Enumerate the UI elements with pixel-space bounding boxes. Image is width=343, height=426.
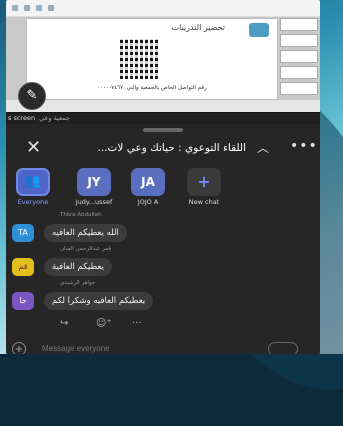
avatar: جا	[12, 292, 34, 310]
message-bubble[interactable]: الله يعطيكم العافيه	[44, 224, 127, 242]
more-icon[interactable]: ···	[132, 318, 142, 329]
toolbar-icon	[48, 5, 54, 11]
plus-icon: +	[187, 168, 221, 196]
message-sender: جواهر الرشيدي	[60, 280, 96, 286]
association-logo	[249, 23, 269, 37]
shared-screen: تحضير التدريبات رقم التواصل الخاص بالجمع…	[6, 0, 320, 112]
slide-thumbnail[interactable]	[280, 50, 318, 63]
slide-thumbnail[interactable]	[280, 34, 318, 47]
recipient-label: Judy...ussef	[75, 198, 113, 206]
reply-icon[interactable]: ↪	[60, 318, 68, 329]
recipient-selector: 👥 Everyone JY Judy...ussef JA JOJO A + N…	[6, 168, 320, 208]
presentation-status-bar	[6, 100, 320, 112]
close-icon[interactable]: ✕	[26, 138, 41, 158]
toolbar-icon	[24, 5, 30, 11]
message-input[interactable]	[34, 342, 280, 354]
phone-screen: تحضير التدريبات رقم التواصل الخاص بالجمع…	[6, 0, 320, 354]
recipient-label: JOJO A	[137, 198, 159, 206]
recipient-jojo[interactable]: JA JOJO A	[126, 168, 170, 206]
qr-code-pattern	[120, 39, 160, 79]
chat-panel: ✕ اللقاء التوعوي : حياتك وعي لات... ︿ ••…	[6, 124, 320, 354]
slide-footer: رقم التواصل الخاص بالجمعية والتي :٧٤٦٧-٠…	[97, 85, 207, 91]
recipient-avatar: JY	[77, 168, 111, 196]
slide-title: تحضير التدريبات	[171, 23, 225, 32]
avatar: قم	[12, 258, 34, 276]
recipient-label: New chat	[188, 198, 220, 206]
recipient-judy[interactable]: JY Judy...ussef	[72, 168, 116, 206]
message-bubble[interactable]: يعطيكم العافيه وشكرا لكم	[44, 292, 154, 310]
message-bubble[interactable]: يعطيكم العافية	[44, 258, 112, 276]
more-options-icon[interactable]: •••	[290, 136, 318, 156]
new-chat-button[interactable]: + New chat	[182, 168, 226, 206]
people-icon: 👥	[16, 168, 50, 196]
message-sender: Thkra Abdullah	[60, 212, 102, 218]
add-emoji-icon[interactable]: ☺⁺	[96, 318, 112, 329]
screen-share-label: s screen جمعية وعي	[6, 113, 320, 124]
chevron-up-icon[interactable]: ︿	[257, 138, 269, 158]
toolbar-icon	[12, 5, 18, 11]
slide-thumbnail[interactable]	[280, 18, 318, 31]
chat-header: ✕ اللقاء التوعوي : حياتك وعي لات... ︿ ••…	[6, 136, 320, 162]
screen-share-text: s screen	[8, 114, 36, 122]
slide-thumbnail[interactable]	[280, 66, 318, 79]
message-sender: قمر عبدالرحمن المنان	[60, 246, 111, 252]
slide-thumbnail[interactable]	[280, 82, 318, 95]
avatar: TA	[12, 224, 34, 242]
add-attachment-icon[interactable]: +	[12, 342, 26, 354]
drag-handle[interactable]	[143, 128, 183, 132]
slide-preview: تحضير التدريبات رقم التواصل الخاص بالجمع…	[26, 18, 278, 100]
screen-share-org: جمعية وعي	[39, 114, 70, 122]
chat-title: اللقاء التوعوي : حياتك وعي لات...	[97, 142, 247, 154]
toolbar-icon	[36, 5, 42, 11]
recipient-avatar: JA	[131, 168, 165, 196]
presentation-toolbar	[6, 0, 320, 17]
recipient-everyone[interactable]: 👥 Everyone	[11, 168, 55, 206]
pen-icon[interactable]: ✎	[18, 82, 46, 110]
send-button[interactable]	[268, 342, 298, 354]
slide-thumbnails	[280, 18, 318, 98]
message-composer: +	[6, 342, 320, 354]
recipient-label: Everyone	[17, 198, 49, 206]
